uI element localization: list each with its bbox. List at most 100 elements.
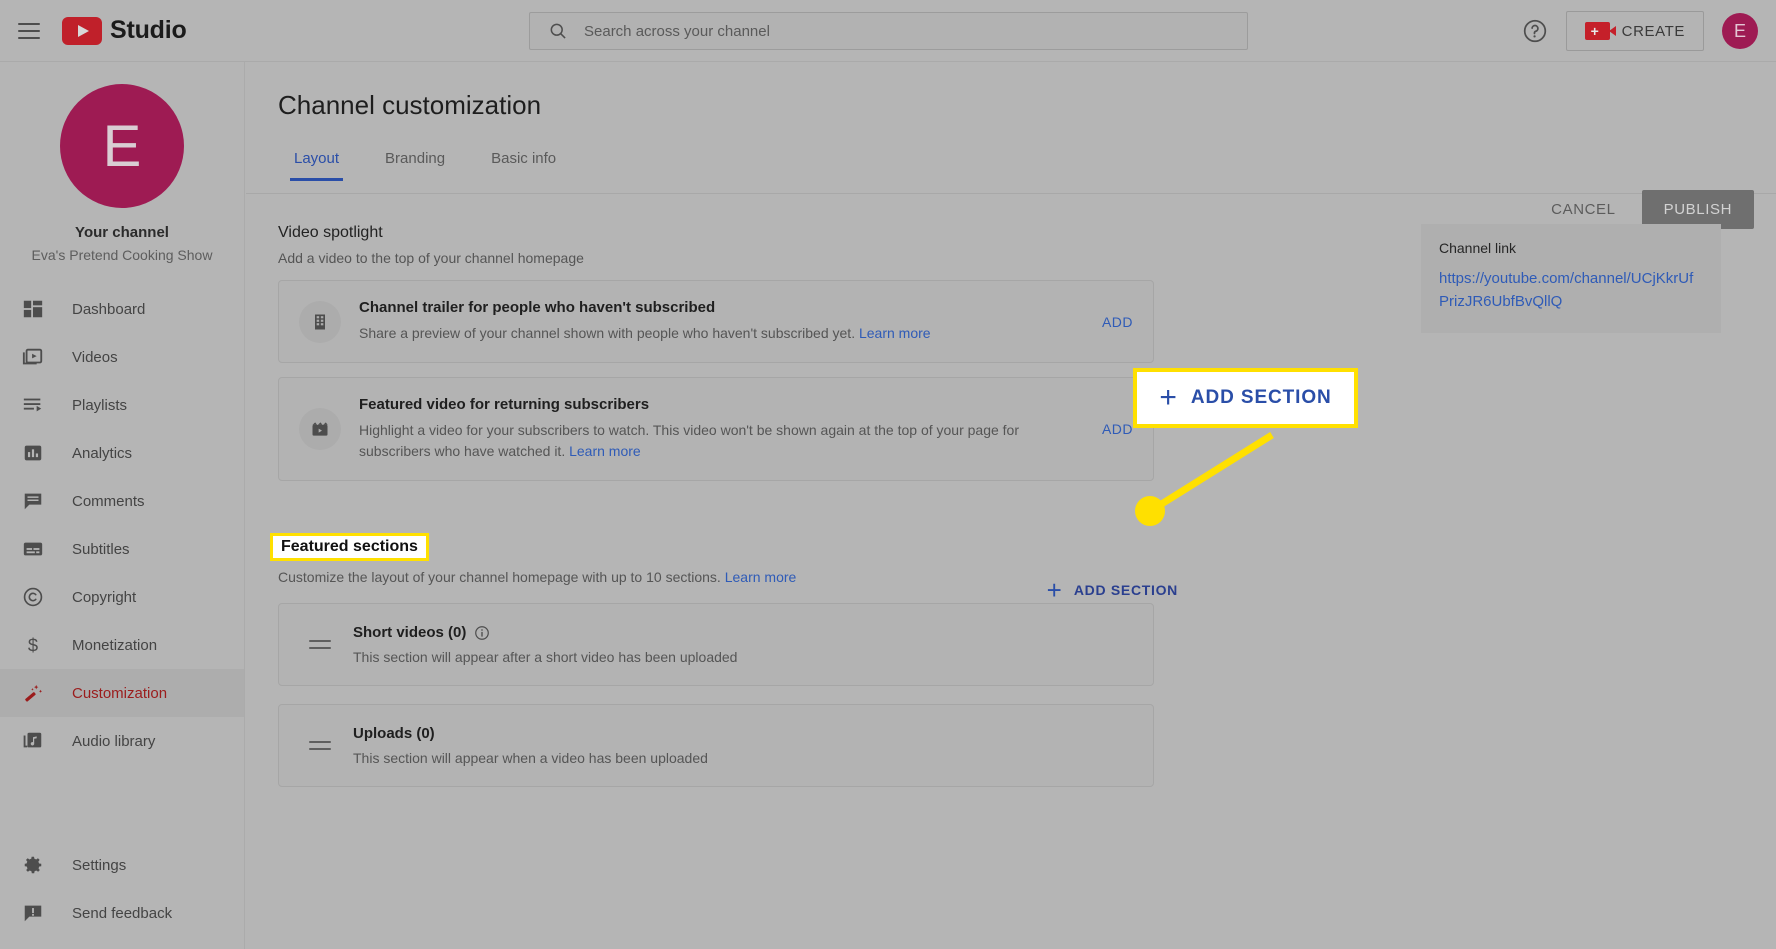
copyright-icon: [20, 584, 46, 610]
drag-handle-icon[interactable]: [309, 741, 331, 750]
sidebar-item-comments[interactable]: Comments: [0, 477, 244, 525]
sidebar-item-monetization[interactable]: $ Monetization: [0, 621, 244, 669]
section-row-short-videos[interactable]: Short videos (0) This section will appea…: [278, 603, 1154, 686]
tab-basic-info[interactable]: Basic info: [475, 140, 572, 181]
header-actions: + CREATE E: [1522, 0, 1758, 62]
card-title: Channel trailer for people who haven't s…: [359, 299, 716, 316]
page-title: Channel customization: [278, 90, 542, 120]
sidebar-item-settings[interactable]: Settings: [0, 841, 245, 889]
dashboard-grid-icon: [20, 296, 46, 322]
card-description: Share a preview of your channel shown wi…: [359, 323, 1084, 344]
help-circle-icon[interactable]: [1522, 18, 1548, 44]
add-section-label: ADD SECTION: [1073, 582, 1178, 598]
avatar[interactable]: E: [1722, 13, 1758, 49]
plus-icon: +: [1159, 381, 1177, 414]
music-note-icon: [20, 728, 46, 754]
featured-sections-subheading: Customize the layout of your channel hom…: [278, 569, 1776, 585]
sidebar: E Your channel Eva's Pretend Cooking Sho…: [0, 62, 245, 949]
create-button[interactable]: + CREATE: [1565, 11, 1704, 51]
card-description-text: Share a preview of your channel shown wi…: [359, 325, 856, 341]
feedback-icon: [20, 900, 46, 926]
featured-sections-heading: Featured sections: [270, 533, 429, 561]
sidebar-item-copyright[interactable]: Copyright: [0, 573, 244, 621]
section-row-uploads[interactable]: Uploads (0) This section will appear whe…: [278, 704, 1154, 787]
sidebar-item-label: Subtitles: [72, 540, 130, 558]
sidebar-item-videos[interactable]: Videos: [0, 333, 244, 381]
section-row-body: Uploads (0) This section will appear whe…: [353, 725, 708, 766]
sidebar-item-playlists[interactable]: Playlists: [0, 381, 244, 429]
video-camera-plus-icon: +: [1584, 22, 1616, 40]
card-description: Highlight a video for your subscribers t…: [359, 420, 1084, 462]
svg-text:$: $: [28, 634, 38, 655]
sidebar-item-label: Dashboard: [72, 300, 146, 318]
card-description-text: Highlight a video for your subscribers t…: [359, 422, 1020, 459]
bar-chart-icon: [20, 440, 46, 466]
sidebar-item-customization[interactable]: Customization: [0, 669, 244, 717]
create-button-label: CREATE: [1621, 22, 1685, 40]
sidebar-item-analytics[interactable]: Analytics: [0, 429, 244, 477]
section-row-title: Short videos (0): [353, 624, 467, 641]
playlist-icon: [20, 392, 46, 418]
learn-more-link[interactable]: Learn more: [725, 569, 797, 585]
sidebar-item-label: Copyright: [72, 588, 137, 606]
sidebar-item-label: Videos: [72, 348, 118, 366]
youtube-logo-icon: [62, 16, 102, 45]
callout-label: ADD SECTION: [1190, 387, 1332, 408]
cancel-button[interactable]: CANCEL: [1533, 191, 1633, 228]
sidebar-item-dashboard[interactable]: Dashboard: [0, 285, 244, 333]
magic-wand-icon: [20, 680, 46, 706]
card-body: Channel trailer for people who haven't s…: [359, 299, 1084, 344]
section-row-title-wrap: Uploads (0): [353, 725, 708, 742]
clapperboard-icon: [299, 408, 341, 450]
drag-handle-icon[interactable]: [309, 640, 331, 649]
add-section-button[interactable]: + ADD SECTION: [1047, 577, 1178, 603]
sidebar-item-label: Monetization: [72, 636, 158, 654]
card-body: Featured video for returning subscribers…: [359, 396, 1084, 462]
search-input[interactable]: [584, 22, 1235, 40]
section-row-description: This section will appear when a video ha…: [353, 750, 708, 766]
brand-text: Studio: [110, 16, 187, 44]
sidebar-bottom-nav: Settings Send feedback: [0, 841, 245, 937]
sidebar-item-label: Settings: [72, 856, 127, 874]
sidebar-item-label: Comments: [72, 492, 145, 510]
tab-branding[interactable]: Branding: [369, 140, 461, 181]
tab-bar: Layout Branding Basic info: [278, 140, 572, 181]
channel-title: Your channel: [75, 224, 169, 241]
info-circle-icon[interactable]: [474, 625, 490, 641]
featured-sections-subheading-text: Customize the layout of your channel hom…: [278, 569, 721, 585]
sidebar-item-label: Playlists: [72, 396, 128, 414]
plus-icon: +: [1046, 575, 1062, 605]
tab-layout[interactable]: Layout: [278, 140, 355, 181]
section-row-body: Short videos (0) This section will appea…: [353, 624, 737, 665]
sidebar-item-label: Audio library: [72, 732, 156, 750]
learn-more-link[interactable]: Learn more: [859, 325, 931, 341]
channel-link-url[interactable]: https://youtube.com/channel/UCjKkrUfPriz…: [1439, 268, 1703, 313]
channel-trailer-card: Channel trailer for people who haven't s…: [278, 280, 1154, 363]
comment-bubble-icon: [20, 488, 46, 514]
studio-logo[interactable]: Studio: [62, 16, 187, 45]
card-title: Featured video for returning subscribers: [359, 396, 650, 413]
gear-icon: [20, 852, 46, 878]
video-library-icon: [20, 344, 46, 370]
search-bar[interactable]: [529, 12, 1248, 50]
add-featured-video-button[interactable]: ADD: [1102, 421, 1133, 437]
sidebar-item-audio-library[interactable]: Audio library: [0, 717, 244, 765]
sidebar-item-send-feedback[interactable]: Send feedback: [0, 889, 245, 937]
channel-avatar[interactable]: E: [60, 84, 184, 208]
learn-more-link[interactable]: Learn more: [569, 443, 641, 459]
add-trailer-button[interactable]: ADD: [1102, 314, 1133, 330]
search-icon: [550, 23, 566, 39]
section-row-title-wrap: Short videos (0): [353, 624, 737, 641]
channel-link-label: Channel link: [1439, 240, 1517, 256]
sidebar-item-label: Customization: [72, 684, 168, 702]
main-content: Channel customization Layout Branding Ba…: [246, 62, 1776, 949]
featured-sections-block: Featured sections Customize the layout o…: [270, 533, 1776, 787]
top-header: Studio + CREATE E: [0, 0, 1776, 62]
sidebar-item-subtitles[interactable]: Subtitles: [0, 525, 244, 573]
sidebar-nav: Dashboard Videos Playlists Analytics Com…: [0, 285, 244, 765]
sidebar-item-label: Send feedback: [72, 904, 173, 922]
add-section-callout: + ADD SECTION: [1133, 368, 1358, 428]
hamburger-icon[interactable]: [18, 22, 40, 39]
subtitles-icon: [20, 536, 46, 562]
youtube-studio-window: Studio + CREATE E E Your chann: [0, 0, 1776, 949]
